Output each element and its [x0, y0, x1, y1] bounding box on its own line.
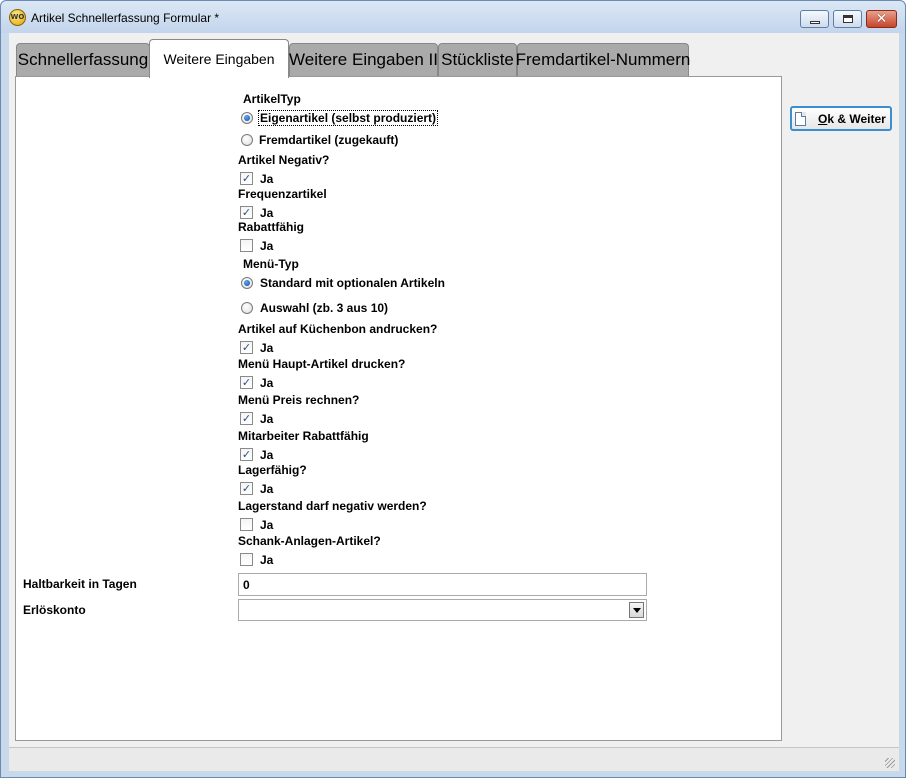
lagerstand-negativ-label: Lagerstand darf negativ werden?	[238, 499, 427, 513]
lagerfaehig-checkbox[interactable]: ✓	[240, 482, 253, 495]
schank-anlagen-label: Schank-Anlagen-Artikel?	[238, 534, 381, 548]
menue-haupt-label: Menü Haupt-Artikel drucken?	[238, 357, 406, 371]
kuechenbon-checkbox[interactable]: ✓	[240, 341, 253, 354]
kuechenbon-label: Artikel auf Küchenbon andrucken?	[238, 322, 438, 336]
app-window: WO Artikel Schnellerfassung Formular * ✕…	[0, 0, 906, 778]
mitarbeiter-rabatt-ja-label[interactable]: Ja	[260, 448, 273, 462]
window-title: Artikel Schnellerfassung Formular *	[31, 11, 220, 25]
tab-panel-weitere-eingaben: ArtikelTyp Eigenartikel (selbst produzie…	[15, 76, 782, 741]
resize-grip-icon[interactable]	[885, 758, 895, 768]
menue-standard-radio[interactable]	[241, 277, 253, 289]
tab-schnellerfassung[interactable]: Schnellerfassung	[16, 43, 150, 76]
ok-weiter-label: Ok & Weiter	[818, 111, 886, 126]
tab-stueckliste[interactable]: Stückliste	[438, 43, 517, 76]
erloeskonto-label: Erlöskonto	[23, 603, 86, 617]
eigenartikel-radio[interactable]	[241, 112, 253, 124]
kuechenbon-ja-label[interactable]: Ja	[260, 341, 273, 355]
schank-anlagen-ja-label[interactable]: Ja	[260, 553, 273, 567]
frequenzartikel-checkbox[interactable]: ✓	[240, 206, 253, 219]
tab-fremdartikel-nummern[interactable]: Fremdartikel-Nummern	[516, 43, 690, 76]
fremdartikel-label[interactable]: Fremdartikel (zugekauft)	[259, 133, 398, 147]
frequenzartikel-ja-label[interactable]: Ja	[260, 206, 273, 220]
client-area: Schnellerfassung Weitere Eingaben Weiter…	[9, 33, 899, 747]
mitarbeiter-rabatt-label: Mitarbeiter Rabattfähig	[238, 429, 369, 443]
maximize-button[interactable]	[833, 10, 862, 28]
menue-haupt-checkbox[interactable]: ✓	[240, 376, 253, 389]
menue-auswahl-label[interactable]: Auswahl (zb. 3 aus 10)	[260, 301, 388, 315]
title-bar[interactable]: WO Artikel Schnellerfassung Formular * ✕	[1, 1, 905, 33]
maximize-icon	[842, 15, 853, 23]
frequenzartikel-label: Frequenzartikel	[238, 187, 327, 201]
erloeskonto-select[interactable]	[238, 599, 647, 621]
mitarbeiter-rabatt-checkbox[interactable]: ✓	[240, 448, 253, 461]
minimize-icon	[809, 20, 820, 24]
status-bar	[9, 747, 899, 771]
lagerfaehig-label: Lagerfähig?	[238, 463, 307, 477]
artikel-negativ-ja-label[interactable]: Ja	[260, 172, 273, 186]
app-icon: WO	[9, 9, 26, 26]
ok-weiter-button[interactable]: Ok & Weiter	[790, 106, 892, 131]
menue-preis-checkbox[interactable]: ✓	[240, 412, 253, 425]
menue-auswahl-radio[interactable]	[241, 302, 253, 314]
haltbarkeit-input[interactable]: 0	[238, 573, 647, 596]
close-icon: ✕	[875, 11, 888, 27]
rabattfaehig-label: Rabattfähig	[238, 220, 304, 234]
rabattfaehig-ja-label[interactable]: Ja	[260, 239, 273, 253]
menue-typ-label: Menü-Typ	[243, 257, 299, 271]
menue-haupt-ja-label[interactable]: Ja	[260, 376, 273, 390]
lagerstand-negativ-ja-label[interactable]: Ja	[260, 518, 273, 532]
artikel-negativ-checkbox[interactable]: ✓	[240, 172, 253, 185]
fremdartikel-radio[interactable]	[241, 134, 253, 146]
close-button[interactable]: ✕	[866, 10, 897, 28]
lagerfaehig-ja-label[interactable]: Ja	[260, 482, 273, 496]
tab-weitere-eingaben[interactable]: Weitere Eingaben	[149, 39, 289, 78]
haltbarkeit-label: Haltbarkeit in Tagen	[23, 577, 137, 591]
minimize-button[interactable]	[800, 10, 829, 28]
artikel-negativ-label: Artikel Negativ?	[238, 153, 330, 167]
eigenartikel-label[interactable]: Eigenartikel (selbst produziert)	[257, 110, 439, 126]
chevron-down-icon[interactable]	[629, 602, 644, 618]
menue-standard-label[interactable]: Standard mit optionalen Artikeln	[260, 276, 445, 290]
rabattfaehig-checkbox[interactable]	[240, 239, 253, 252]
menue-preis-ja-label[interactable]: Ja	[260, 412, 273, 426]
schank-anlagen-checkbox[interactable]	[240, 553, 253, 566]
lagerstand-negativ-checkbox[interactable]	[240, 518, 253, 531]
document-icon	[795, 111, 806, 126]
artikeltyp-label: ArtikelTyp	[243, 92, 301, 106]
tab-weitere-eingaben-ii[interactable]: Weitere Eingaben II	[289, 43, 438, 76]
menue-preis-label: Menü Preis rechnen?	[238, 393, 360, 407]
